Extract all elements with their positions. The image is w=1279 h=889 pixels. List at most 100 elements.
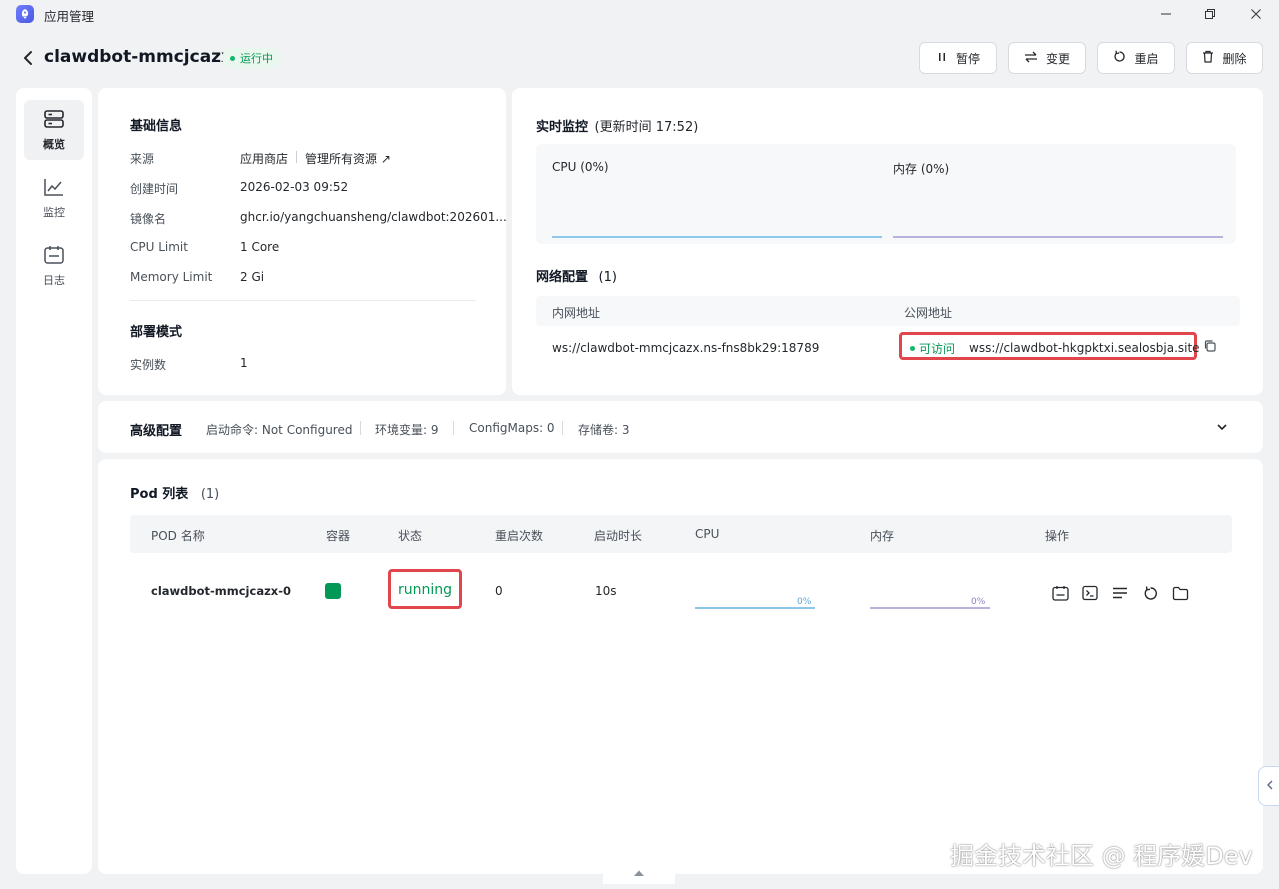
pod-list-title: Pod 列表 (1) xyxy=(130,483,219,502)
env-vars-info: 环境变量: 9 xyxy=(375,423,439,437)
change-label: 变更 xyxy=(1045,51,1070,66)
created-time-value: 2026-02-03 09:52 xyxy=(240,180,349,194)
basic-info-title: 基础信息 xyxy=(130,119,183,134)
swap-icon xyxy=(1024,51,1038,66)
divider xyxy=(130,300,476,301)
cpu-limit-value: 1 Core xyxy=(240,240,280,254)
memory-usage-label: 内存 (0%) xyxy=(893,162,950,176)
sidebar: 概览 监控 日志 xyxy=(16,88,92,874)
drawer-toggle-button[interactable] xyxy=(1258,766,1279,806)
public-address-link[interactable]: wss://clawdbot-hkgpktxi.sealosbja.site xyxy=(969,341,1200,355)
uptime: 10s xyxy=(595,584,617,598)
page-title: clawdbot-mmcjcazx xyxy=(44,47,233,67)
status-text: 运行中 xyxy=(240,52,273,65)
restore-window-icon[interactable] xyxy=(1200,5,1220,23)
col-container: 容器 xyxy=(326,529,351,543)
delete-label: 删除 xyxy=(1222,51,1247,66)
cpu-limit-label: CPU Limit xyxy=(130,240,188,254)
col-actions: 操作 xyxy=(1045,529,1070,543)
status-dot xyxy=(910,346,915,351)
line-chart-icon xyxy=(43,177,65,200)
cpu-usage-label: CPU (0%) xyxy=(552,160,609,174)
storage-volumes-info: 存储卷: 3 xyxy=(578,423,630,437)
trash-icon xyxy=(1202,50,1214,66)
network-title: 网络配置 (1) xyxy=(536,266,617,285)
caret-up-icon xyxy=(633,866,645,880)
memory-usage-bar xyxy=(870,607,990,609)
deploy-mode-title: 部署模式 xyxy=(130,325,183,340)
cpu-usage-percent: 0% xyxy=(797,597,812,607)
restart-icon xyxy=(1113,50,1126,66)
monitor-updated-time: (更新时间 17:52) xyxy=(594,120,699,135)
sidebar-item-label: 监控 xyxy=(43,205,65,219)
pod-status: running xyxy=(398,582,453,598)
details-icon[interactable] xyxy=(1110,583,1130,603)
source-value: 应用商店 xyxy=(240,152,289,166)
cpu-usage-bar xyxy=(695,607,815,609)
monitor-network-card: 实时监控 (更新时间 17:52) CPU (0%) 内存 (0%) 网络配置 … xyxy=(512,88,1263,395)
delete-button[interactable]: 删除 xyxy=(1186,42,1263,74)
network-count: (1) xyxy=(598,270,617,285)
bottom-panel-toggle[interactable] xyxy=(603,862,675,884)
internal-address-header: 内网地址 xyxy=(552,306,601,320)
access-status-text: 可访问 xyxy=(919,342,956,356)
copy-icon[interactable] xyxy=(1203,339,1219,355)
instances-label: 实例数 xyxy=(130,358,167,372)
pod-list-card: Pod 列表 (1) POD 名称 容器 状态 重启次数 启动时长 CPU 内存… xyxy=(98,459,1263,874)
startup-command-info: 启动命令: Not Configured xyxy=(206,423,353,437)
sidebar-item-overview[interactable]: 概览 xyxy=(24,100,84,160)
basic-info-card: 基础信息 来源 应用商店 管理所有资源 ↗ 创建时间 2026-02-03 09… xyxy=(98,88,507,395)
manage-resources-link[interactable]: 管理所有资源 ↗ xyxy=(305,150,391,167)
restart-icon[interactable] xyxy=(1140,583,1160,603)
close-icon[interactable] xyxy=(1246,5,1266,23)
sidebar-item-label: 概览 xyxy=(43,137,65,151)
col-pod-name: POD 名称 xyxy=(151,529,205,543)
divider xyxy=(296,151,297,163)
source-label: 来源 xyxy=(130,152,155,166)
calendar-log-icon xyxy=(43,245,65,268)
sidebar-item-monitor[interactable]: 监控 xyxy=(24,168,84,228)
pause-button[interactable]: 暂停 xyxy=(919,42,997,74)
pod-name: clawdbot-mmcjcazx-0 xyxy=(151,584,291,598)
chevron-down-icon[interactable] xyxy=(1215,420,1229,434)
back-arrow-icon[interactable] xyxy=(19,49,37,67)
network-title-text: 网络配置 xyxy=(536,270,589,285)
col-status: 状态 xyxy=(398,529,423,543)
change-button[interactable]: 变更 xyxy=(1008,42,1086,74)
status-dot xyxy=(230,55,235,61)
network-table-header: 内网地址 公网地址 xyxy=(536,296,1240,326)
manage-resources-text: 管理所有资源 xyxy=(305,152,378,166)
instances-value: 1 xyxy=(240,356,248,370)
folder-icon[interactable] xyxy=(1170,583,1190,603)
advanced-config-title: 高级配置 xyxy=(130,424,183,439)
pause-icon xyxy=(936,51,948,66)
internal-address[interactable]: ws://clawdbot-mmcjcazx.ns-fns8bk29:18789 xyxy=(552,341,819,355)
pod-count: (1) xyxy=(200,487,220,502)
image-value: ghcr.io/yangchuansheng/clawdbot:202601..… xyxy=(240,210,507,224)
restart-count: 0 xyxy=(495,584,503,598)
terminal-icon[interactable] xyxy=(1080,583,1100,603)
realtime-monitor-panel: CPU (0%) 内存 (0%) xyxy=(536,144,1236,244)
col-cpu: CPU xyxy=(695,527,720,541)
access-status: 可访问 xyxy=(910,340,955,357)
status-badge: 运行中 xyxy=(222,48,281,68)
sidebar-item-logs[interactable]: 日志 xyxy=(24,236,84,296)
logs-icon[interactable] xyxy=(1050,583,1070,603)
public-address-header: 公网地址 xyxy=(904,306,953,320)
created-time-label: 创建时间 xyxy=(130,182,179,196)
chevron-left-icon xyxy=(1265,779,1275,794)
external-link-icon: ↗ xyxy=(380,152,391,166)
watermark: 掘金技术社区 @ 程序媛Dev xyxy=(950,842,1253,870)
col-restarts: 重启次数 xyxy=(495,529,544,543)
advanced-config-bar[interactable]: 高级配置 启动命令: Not Configured 环境变量: 9 Config… xyxy=(98,401,1263,453)
memory-limit-label: Memory Limit xyxy=(130,270,213,284)
memory-limit-value: 2 Gi xyxy=(240,270,265,284)
restart-button[interactable]: 重启 xyxy=(1097,42,1175,74)
pause-label: 暂停 xyxy=(955,51,980,66)
container-status-square[interactable] xyxy=(325,583,341,599)
minimize-icon[interactable] xyxy=(1156,5,1176,23)
col-uptime: 启动时长 xyxy=(594,529,643,543)
rocket-icon xyxy=(16,5,34,23)
memory-usage-percent: 0% xyxy=(971,597,986,607)
col-memory: 内存 xyxy=(870,529,895,543)
